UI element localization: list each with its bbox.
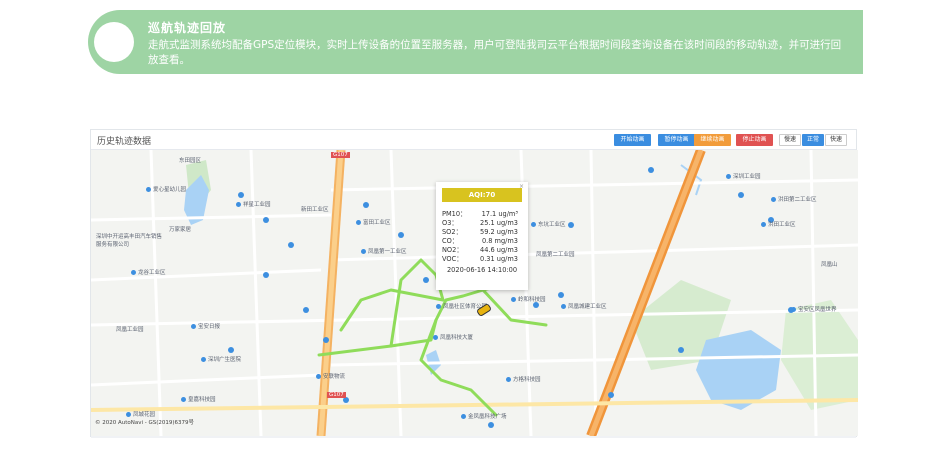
map-label: 洪田工业区 (761, 220, 796, 228)
map-label: 深圳广生医院 (201, 355, 241, 363)
close-icon[interactable]: × (519, 183, 524, 190)
stop-animation-button[interactable]: 停止动画 (736, 134, 773, 146)
map-label: 凤城花园 (126, 410, 155, 418)
map-label: 凤凰第二工业园 (536, 252, 575, 258)
map-label: 深圳工业园 (726, 172, 761, 180)
aqi-row: NO2： 44.6 ug/m3 (442, 246, 518, 254)
banner-title: 巡航轨迹回放 (148, 21, 227, 35)
aqi-header: AQI:70 (442, 188, 522, 202)
map-label: 新田工业区 (301, 207, 329, 213)
map-label: 金凤凰科技广场 (461, 412, 507, 420)
panel-header: 历史轨迹数据 开始动画 暂停动画 继续动画 停止动画 慢速 正常 快速 (91, 130, 856, 150)
start-animation-button[interactable]: 开始动画 (614, 134, 651, 146)
banner: 巡航轨迹回放 走航式监测系统均配备GPS定位模块，实时上传设备的位置至服务器，用… (88, 10, 863, 74)
slow-speed-button[interactable]: 慢速 (779, 134, 801, 146)
map-label: 凤凰城建工业区 (561, 302, 607, 310)
map-label: 岭和科技园 (511, 295, 546, 303)
map-label: 祥星工业园 (236, 200, 271, 208)
map-label: 爱心星幼儿园 (146, 185, 186, 193)
map-label: 宝安日报 (191, 322, 220, 330)
aqi-row: CO： 0.8 mg/m3 (442, 237, 518, 245)
map-label: 凤凰山 (821, 262, 838, 268)
map-label: 深圳中开运高丰田汽车销售服务有限公司 (96, 234, 163, 248)
aqi-row: PM10： 17.1 ug/m³ (442, 210, 518, 218)
aqi-row: VOC： 0.31 ug/m3 (442, 255, 518, 263)
aqi-timestamp: 2020-06-16 14:10:00 (446, 266, 518, 274)
aqi-row: O3： 25.1 ug/m3 (442, 219, 518, 227)
map-label: 凤凰工业园 (116, 327, 144, 333)
map-label: 龙谷工业区 (131, 268, 166, 276)
resume-animation-button[interactable]: 继续动画 (694, 134, 731, 146)
map-label: 安联物流 (316, 372, 345, 380)
road-label: G107 (331, 152, 350, 158)
banner-circle-icon (94, 22, 134, 62)
map-label: 洪田第二工业区 (771, 195, 817, 203)
map-label: 宝安区凤凰世界 (791, 305, 837, 313)
map-view[interactable]: 东田园区 爱心星幼儿园 深圳中开运高丰田汽车销售服务有限公司 万家家居 龙谷工业… (91, 150, 858, 436)
map-label: 凤凰科技大厦 (433, 333, 473, 341)
map-panel: 历史轨迹数据 开始动画 暂停动画 继续动画 停止动画 慢速 正常 快速 东田园区… (90, 129, 858, 438)
lake-area (696, 330, 781, 410)
road-label: G107 (327, 392, 346, 398)
map-label: 皇嘉科技园 (181, 395, 216, 403)
aqi-popup: AQI:70 × PM10： 17.1 ug/m³ O3： 25.1 ug/m3 S… (436, 182, 528, 290)
fast-speed-button[interactable]: 快速 (825, 134, 847, 146)
map-label: 方格科技园 (506, 375, 541, 383)
map-label: 万家家居 (169, 227, 192, 233)
normal-speed-button[interactable]: 正常 (802, 134, 824, 146)
panel-title: 历史轨迹数据 (97, 137, 152, 147)
map-label: 东坑工业区 (531, 220, 566, 228)
banner-description: 走航式监测系统均配备GPS定位模块，实时上传设备的位置至服务器，用户可登陆我司云… (148, 39, 842, 66)
aqi-row: SO2： 59.2 ug/m3 (442, 228, 518, 236)
map-label: 富田工业区 (356, 218, 391, 226)
map-copyright: © 2020 AutoNavi - GS(2019)6379号 (95, 420, 195, 426)
map-label: 凤凰第一工业区 (361, 247, 407, 255)
map-label: 东田园区 (179, 158, 202, 164)
pause-animation-button[interactable]: 暂停动画 (658, 134, 695, 146)
panel-footer (91, 436, 856, 438)
